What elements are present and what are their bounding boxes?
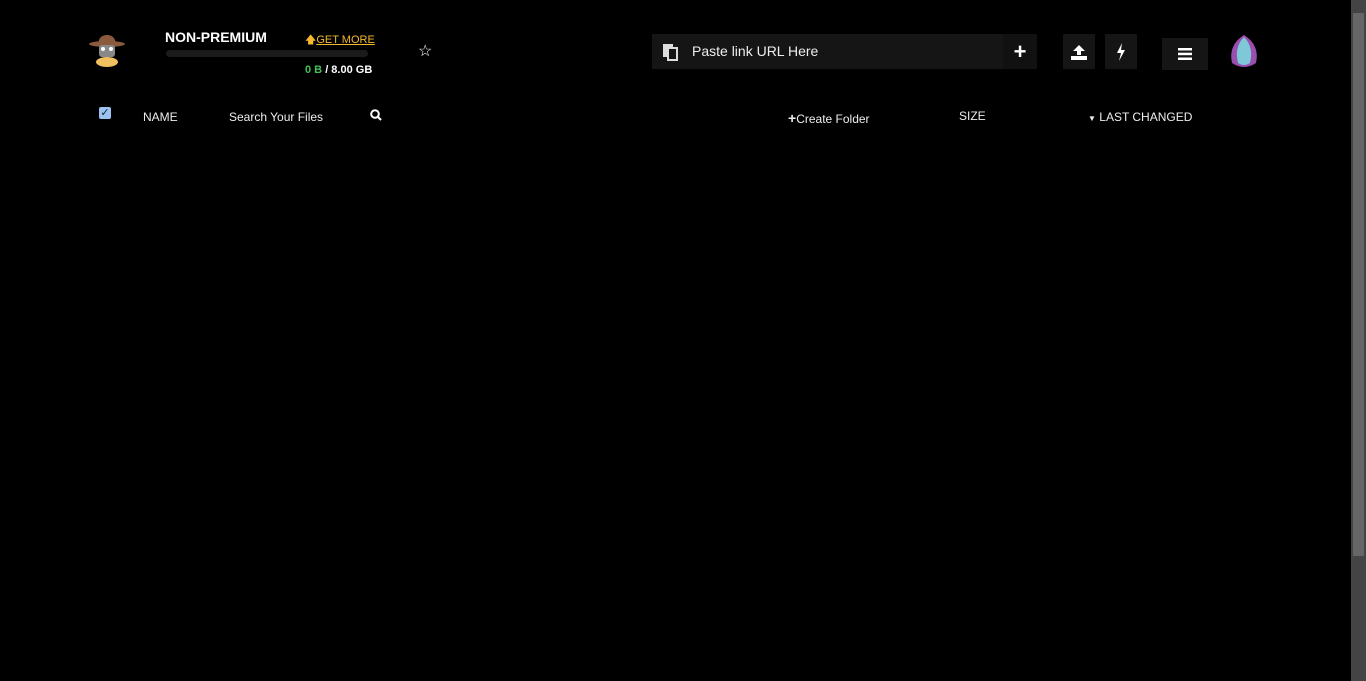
profile-avatar[interactable] bbox=[1226, 33, 1262, 76]
column-size[interactable]: SIZE bbox=[959, 109, 986, 123]
storage-bar bbox=[166, 50, 368, 57]
paste-icon bbox=[662, 43, 678, 66]
upload-button[interactable] bbox=[1063, 34, 1095, 69]
arrow-up-icon: 🡅 bbox=[305, 34, 317, 46]
bolt-icon bbox=[1117, 42, 1125, 61]
menu-button[interactable] bbox=[1162, 38, 1208, 70]
select-all-checkbox[interactable]: ✓ bbox=[99, 107, 111, 119]
column-last-changed[interactable]: ▼ LAST CHANGED bbox=[1088, 110, 1192, 124]
url-input[interactable]: Paste link URL Here bbox=[692, 43, 818, 59]
sort-down-icon: ▼ bbox=[1088, 114, 1096, 123]
create-folder-button[interactable]: +Create Folder bbox=[788, 110, 870, 126]
hamburger-icon bbox=[1178, 48, 1192, 60]
search-files-input[interactable]: Search Your Files bbox=[229, 110, 323, 124]
flash-button[interactable] bbox=[1105, 34, 1137, 69]
get-more-link[interactable]: 🡅GET MORE bbox=[305, 31, 375, 50]
scrollbar[interactable] bbox=[1351, 0, 1366, 681]
star-icon[interactable]: ☆ bbox=[418, 41, 432, 61]
plus-icon: + bbox=[788, 110, 797, 126]
url-input-box[interactable]: Paste link URL Here + bbox=[652, 34, 1037, 69]
search-icon[interactable] bbox=[370, 109, 382, 124]
storage-usage: 0 B / 8.00 GB bbox=[305, 64, 373, 76]
upload-icon bbox=[1071, 44, 1087, 60]
plan-label: NON-PREMIUM bbox=[165, 29, 267, 45]
logo[interactable] bbox=[86, 32, 128, 70]
column-name[interactable]: NAME bbox=[143, 110, 178, 124]
add-url-button[interactable]: + bbox=[1003, 34, 1037, 69]
scrollbar-thumb[interactable] bbox=[1353, 13, 1364, 556]
